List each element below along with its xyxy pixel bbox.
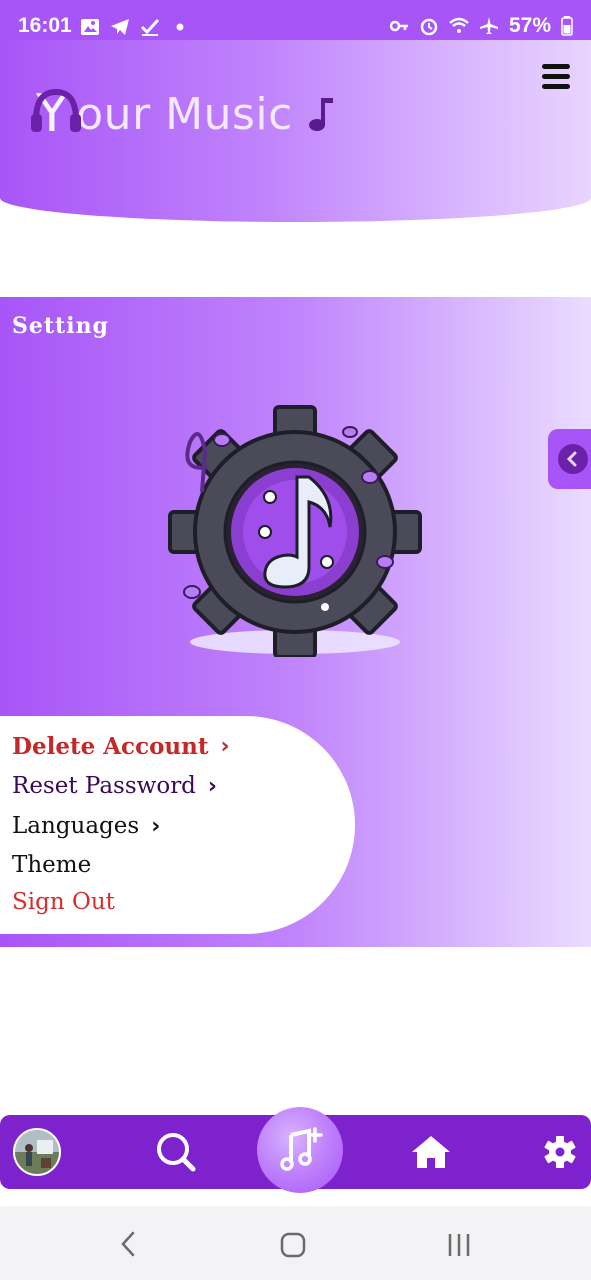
gear-music-note-illustration: [168, 405, 422, 657]
settings-menu: Delete Account › Reset Password › Langua…: [0, 716, 355, 934]
languages-label: Languages: [12, 813, 140, 839]
checkmark-icon: [140, 18, 160, 36]
settings-panel: Setting Delete Account › Reset Password …: [0, 297, 591, 947]
dot-icon: [176, 23, 184, 31]
reset-password-button[interactable]: Reset Password ›: [12, 773, 217, 799]
reset-password-label: Reset Password: [12, 773, 196, 799]
search-icon[interactable]: [150, 1115, 202, 1189]
telegram-icon: [111, 19, 129, 35]
logo-text: our Music: [76, 88, 293, 140]
recent-apps-icon[interactable]: [446, 1232, 472, 1258]
image-icon: [81, 19, 99, 35]
status-right-icons: 57%: [389, 14, 573, 38]
settings-gear-icon[interactable]: [538, 1115, 582, 1189]
page-title: Setting: [12, 313, 109, 339]
battery-icon: [561, 16, 573, 36]
hamburger-menu-icon[interactable]: [542, 64, 570, 90]
sign-out-button[interactable]: Sign Out: [12, 889, 115, 915]
headphones-icon: [30, 88, 82, 140]
chevron-left-icon: [558, 444, 588, 474]
side-drawer-toggle[interactable]: [548, 429, 591, 489]
chevron-right-icon: ›: [220, 734, 230, 759]
battery-percent: 57%: [508, 14, 551, 37]
music-note-icon: [308, 98, 333, 131]
add-music-icon: [280, 1127, 323, 1171]
delete-account-label: Delete Account: [12, 733, 209, 760]
key-icon: [389, 20, 408, 32]
app-logo: Y our Music: [30, 84, 335, 144]
theme-button[interactable]: Theme: [12, 852, 91, 878]
languages-button[interactable]: Languages ›: [12, 813, 160, 839]
add-music-button[interactable]: [257, 1107, 343, 1193]
airplane-icon: [479, 17, 498, 34]
profile-avatar[interactable]: [13, 1128, 61, 1176]
home-icon[interactable]: [405, 1115, 457, 1189]
theme-label: Theme: [12, 852, 92, 878]
wifi-icon: [449, 17, 469, 33]
home-button-icon[interactable]: [280, 1232, 306, 1258]
status-left-icons: [80, 17, 190, 37]
back-icon[interactable]: [118, 1230, 138, 1258]
alarm-icon: [420, 18, 438, 36]
system-nav-bar: [0, 1206, 591, 1280]
sign-out-label: Sign Out: [12, 889, 115, 915]
delete-account-button[interactable]: Delete Account ›: [12, 733, 230, 760]
chevron-right-icon: ›: [151, 813, 161, 839]
status-time: 16:01: [18, 14, 72, 37]
chevron-right-icon: ›: [207, 773, 217, 799]
